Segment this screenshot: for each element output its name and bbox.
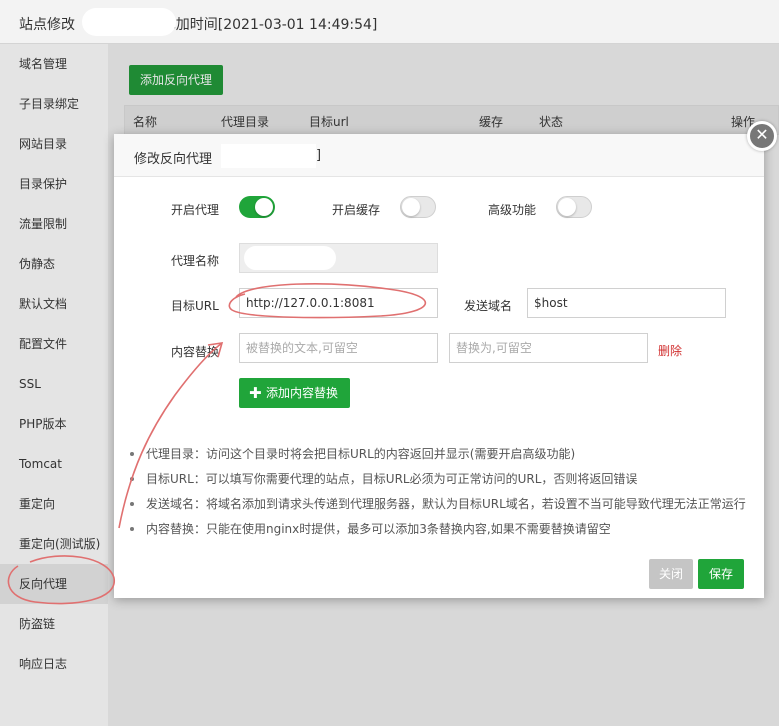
- sidebar-item-ssl[interactable]: SSL: [0, 364, 108, 404]
- enable-cache-toggle[interactable]: [400, 196, 436, 218]
- tip-item: 代理目录：访问这个目录时将会把目标URL的内容返回并显示(需要开启高级功能): [130, 444, 750, 469]
- modal-title: 修改反向代理: [134, 152, 213, 167]
- tip-text: 目标URL：可以填写你需要代理的站点，目标URL必须为可正常访问的URL，否则将…: [146, 472, 638, 486]
- column-header-target-url: 目标url: [309, 115, 349, 129]
- window-header: 站点修改 ] -- 添加时间[2021-03-01 14:49:54]: [0, 0, 779, 44]
- sidebar-item-redirect-beta[interactable]: 重定向(测试版): [0, 524, 108, 564]
- save-button[interactable]: 保存: [698, 559, 744, 589]
- column-header-cache: 缓存: [479, 115, 504, 129]
- tip-item: 目标URL：可以填写你需要代理的站点，目标URL必须为可正常访问的URL，否则将…: [130, 469, 750, 494]
- sidebar-item-domain[interactable]: 域名管理: [0, 44, 108, 84]
- target-url-field[interactable]: [239, 288, 438, 318]
- tip-text: 发送域名：将域名添加到请求头传递到代理服务器，默认为目标URL域名，若设置不当可…: [146, 497, 746, 511]
- send-domain-label: 发送域名: [464, 299, 513, 313]
- toggle-label-advanced: 高级功能: [488, 203, 537, 217]
- bullet-icon: [130, 452, 134, 456]
- sidebar-item-redirect[interactable]: 重定向: [0, 484, 108, 524]
- redaction-mask: [82, 8, 176, 36]
- target-url-label: 目标URL: [171, 299, 219, 313]
- close-icon[interactable]: ✕: [747, 121, 777, 151]
- add-content-replace-button[interactable]: ✚ 添加内容替换: [239, 378, 350, 408]
- column-header-proxy-dir: 代理目录: [221, 115, 270, 129]
- help-tips: 代理目录：访问这个目录时将会把目标URL的内容返回并显示(需要开启高级功能) 目…: [130, 444, 750, 544]
- send-domain-field[interactable]: [527, 288, 726, 318]
- bullet-icon: [130, 477, 134, 481]
- sidebar-item-response-log[interactable]: 响应日志: [0, 644, 108, 684]
- sidebar: 域名管理 子目录绑定 网站目录 目录保护 流量限制 伪静态 默认文档 配置文件 …: [0, 44, 108, 726]
- toggle-label-enable-proxy: 开启代理: [171, 203, 220, 217]
- replace-to-field[interactable]: [449, 333, 648, 363]
- toggle-label-enable-cache: 开启缓存: [332, 203, 381, 217]
- sidebar-item-reverse-proxy[interactable]: 反向代理: [0, 564, 108, 604]
- modal-title-suffix: ]: [316, 148, 322, 163]
- tip-text: 内容替换：只能在使用nginx时提供，最多可以添加3条替换内容,如果不需要替换请…: [146, 522, 611, 536]
- proxy-table-header: 名称 代理目录 目标url 缓存 状态 操作: [124, 105, 779, 135]
- advanced-toggle[interactable]: [556, 196, 592, 218]
- replace-from-field[interactable]: [239, 333, 438, 363]
- proxy-name-label: 代理名称: [171, 254, 220, 268]
- sidebar-item-default-doc[interactable]: 默认文档: [0, 284, 108, 324]
- delete-replace-link[interactable]: 删除: [658, 342, 682, 359]
- toggle-knob: [255, 198, 273, 216]
- tip-item: 内容替换：只能在使用nginx时提供，最多可以添加3条替换内容,如果不需要替换请…: [130, 519, 750, 544]
- add-reverse-proxy-button[interactable]: 添加反向代理: [129, 65, 223, 95]
- plus-icon: ✚: [249, 384, 262, 402]
- add-content-replace-label: 添加内容替换: [266, 386, 339, 400]
- toggle-knob: [558, 198, 576, 216]
- sidebar-item-tomcat[interactable]: Tomcat: [0, 444, 108, 484]
- sidebar-item-dir-protect[interactable]: 目录保护: [0, 164, 108, 204]
- content-replace-label: 内容替换: [171, 345, 220, 359]
- column-header-status: 状态: [539, 115, 564, 129]
- sidebar-item-site-dir[interactable]: 网站目录: [0, 124, 108, 164]
- modal-header: 修改反向代理 ]: [114, 134, 764, 177]
- window-title: 站点修改 ] -- 添加时间[2021-03-01 14:49:54]: [19, 17, 378, 33]
- close-button[interactable]: 关闭: [649, 559, 693, 589]
- sidebar-item-hotlink-protect[interactable]: 防盗链: [0, 604, 108, 644]
- enable-proxy-toggle[interactable]: [239, 196, 275, 218]
- tip-text: 代理目录：访问这个目录时将会把目标URL的内容返回并显示(需要开启高级功能): [146, 447, 576, 461]
- bullet-icon: [130, 502, 134, 506]
- redaction-mask: [244, 246, 336, 270]
- tip-item: 发送域名：将域名添加到请求头传递到代理服务器，默认为目标URL域名，若设置不当可…: [130, 494, 750, 519]
- sidebar-item-subdir-binding[interactable]: 子目录绑定: [0, 84, 108, 124]
- bullet-icon: [130, 527, 134, 531]
- sidebar-item-php-version[interactable]: PHP版本: [0, 404, 108, 444]
- redaction-mask: [221, 144, 316, 168]
- sidebar-item-config-file[interactable]: 配置文件: [0, 324, 108, 364]
- column-header-name: 名称: [133, 115, 158, 129]
- sidebar-item-rewrite[interactable]: 伪静态: [0, 244, 108, 284]
- sidebar-item-traffic-limit[interactable]: 流量限制: [0, 204, 108, 244]
- toggle-knob: [402, 198, 420, 216]
